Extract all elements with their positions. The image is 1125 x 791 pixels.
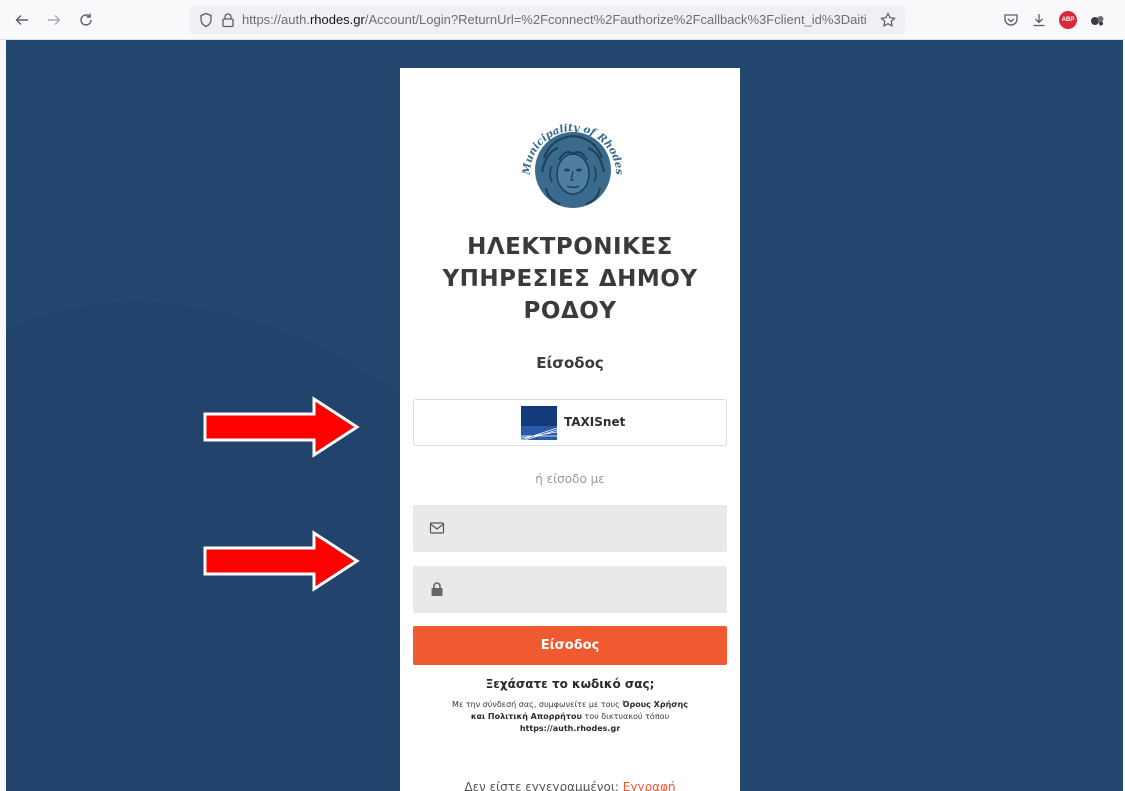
title-line: ΡΟΔΟΥ — [523, 298, 617, 324]
login-submit-button[interactable]: Είσοδος — [413, 626, 727, 665]
download-icon[interactable] — [1028, 9, 1050, 31]
back-icon[interactable] — [10, 8, 34, 32]
url-prefix: https://auth. — [242, 12, 310, 27]
shield-icon[interactable] — [196, 10, 216, 30]
email-field[interactable] — [413, 505, 727, 552]
login-subtitle: Είσοδος — [536, 354, 604, 372]
adblock-icon[interactable]: ABP — [1057, 9, 1079, 31]
taxisnet-login-button[interactable]: TAXISnet — [413, 399, 727, 446]
red-arrow-icon — [203, 530, 360, 592]
reload-icon[interactable] — [74, 8, 98, 32]
terms-site-url: https://auth.rhodes.gr — [519, 724, 621, 733]
register-link[interactable]: Εγγραφή — [623, 780, 676, 791]
terms-text-part: του δικτυακού τόπου — [581, 712, 670, 721]
email-input[interactable] — [457, 513, 721, 545]
taxisnet-label: TAXISnet — [564, 415, 626, 429]
forward-icon[interactable] — [42, 8, 66, 32]
taxisnet-logo-icon — [521, 406, 557, 440]
terms-text: Με την σύνδεσή σας, συμφωνείτε με τους Ό… — [440, 699, 700, 735]
terms-text-part: Με την σύνδεσή σας, συμφωνείτε με τους — [452, 700, 623, 709]
municipality-logo: Municipality of Rhodes — [521, 122, 625, 208]
red-arrow-icon — [203, 396, 360, 458]
lock-icon — [431, 582, 443, 596]
or-separator-text: ή είσοδο με — [535, 472, 605, 486]
title-line: ΥΠΗΡΕΣΙΕΣ ΔΗΜΟΥ — [442, 266, 698, 292]
star-icon[interactable] — [878, 10, 898, 30]
title-line: ΗΛΕΚΤΡΟΝΙΚΕΣ — [467, 234, 673, 260]
url-text[interactable]: https://auth.rhodes.gr/Account/Login?Ret… — [242, 12, 867, 29]
url-bar[interactable]: https://auth.rhodes.gr/Account/Login?Ret… — [190, 6, 905, 34]
page-title: ΗΛΕΚΤΡΟΝΙΚΕΣ ΥΠΗΡΕΣΙΕΣ ΔΗΜΟΥ ΡΟΔΟΥ — [400, 231, 740, 327]
url-path: /Account/Login?ReturnUrl=%2Fconnect%2Fau… — [364, 12, 867, 27]
register-text: Δεν είστε εγγεγραμμένοι; — [464, 780, 623, 791]
password-input[interactable] — [457, 574, 721, 606]
register-prompt: Δεν είστε εγγεγραμμένοι; Εγγραφή — [400, 780, 740, 791]
adblock-label: ABP — [1059, 11, 1077, 29]
lock-icon[interactable] — [218, 10, 238, 30]
terms-of-use-link[interactable]: Όρους Χρήσης — [622, 700, 688, 709]
privacy-policy-link[interactable]: και Πολιτική Απορρήτου — [471, 712, 582, 721]
login-card: Municipality of Rhodes ΗΛΕΚΤΡΟΝΙΚΕΣ ΥΠΗΡ… — [400, 68, 740, 791]
pocket-icon[interactable] — [1000, 9, 1022, 31]
forgot-password-link[interactable]: Ξεχάσατε το κωδικό σας; — [400, 677, 740, 691]
envelope-icon — [429, 522, 445, 534]
browser-toolbar: https://auth.rhodes.gr/Account/Login?Ret… — [0, 0, 1125, 40]
page-background: Municipality of Rhodes ΗΛΕΚΤΡΟΝΙΚΕΣ ΥΠΗΡ… — [6, 40, 1123, 791]
url-domain: rhodes.gr — [309, 12, 365, 27]
extensions-icon[interactable] — [1086, 9, 1108, 31]
password-field[interactable] — [413, 566, 727, 613]
